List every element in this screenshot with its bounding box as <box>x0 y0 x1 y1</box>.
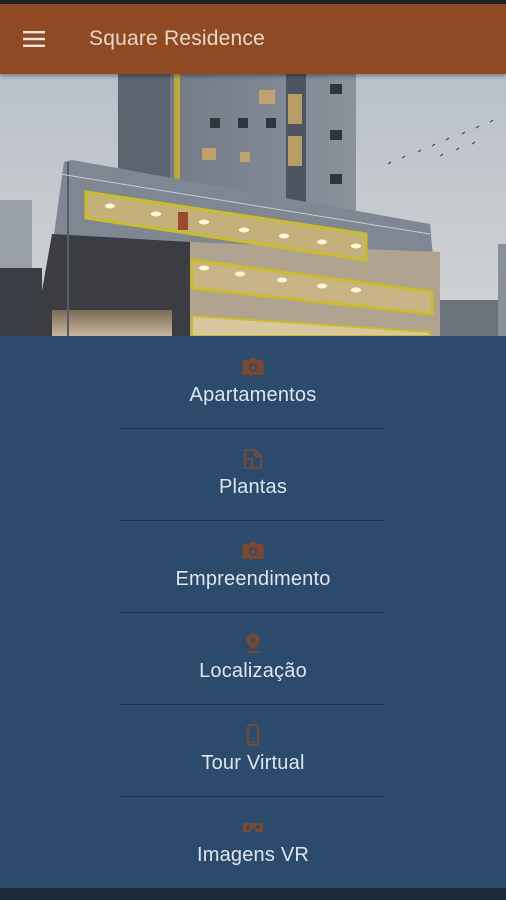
navigation-bar <box>0 888 506 900</box>
building-hero-image <box>0 74 506 336</box>
camera-icon <box>241 356 265 378</box>
menu-item-plantas[interactable]: Plantas <box>0 428 506 520</box>
menu-item-label: Tour Virtual <box>201 752 305 774</box>
menu-item-label: Imagens VR <box>196 844 310 866</box>
main-menu: Apartamentos Plantas Empreendimento Loca… <box>0 336 506 888</box>
menu-item-localizacao[interactable]: Localização <box>0 612 506 704</box>
hamburger-icon <box>23 31 45 47</box>
menu-item-apartamentos[interactable]: Apartamentos <box>0 336 506 428</box>
smartphone-icon <box>241 724 265 746</box>
floorplan-icon <box>241 448 265 470</box>
app-title: Square Residence <box>89 27 265 50</box>
hamburger-menu-button[interactable] <box>0 4 68 74</box>
app-bar: Square Residence <box>0 4 506 74</box>
menu-item-empreendimento[interactable]: Empreendimento <box>0 520 506 612</box>
menu-item-label: Localização <box>199 660 307 682</box>
menu-item-label: Empreendimento <box>175 568 331 590</box>
menu-item-label: Plantas <box>218 476 288 498</box>
vr-headset-icon <box>241 816 265 838</box>
camera-icon <box>241 540 265 562</box>
menu-item-label: Apartamentos <box>189 384 317 406</box>
menu-item-imagens-vr[interactable]: Imagens VR <box>0 796 506 888</box>
location-pin-icon <box>241 632 265 654</box>
menu-item-tour-virtual[interactable]: Tour Virtual <box>0 704 506 796</box>
